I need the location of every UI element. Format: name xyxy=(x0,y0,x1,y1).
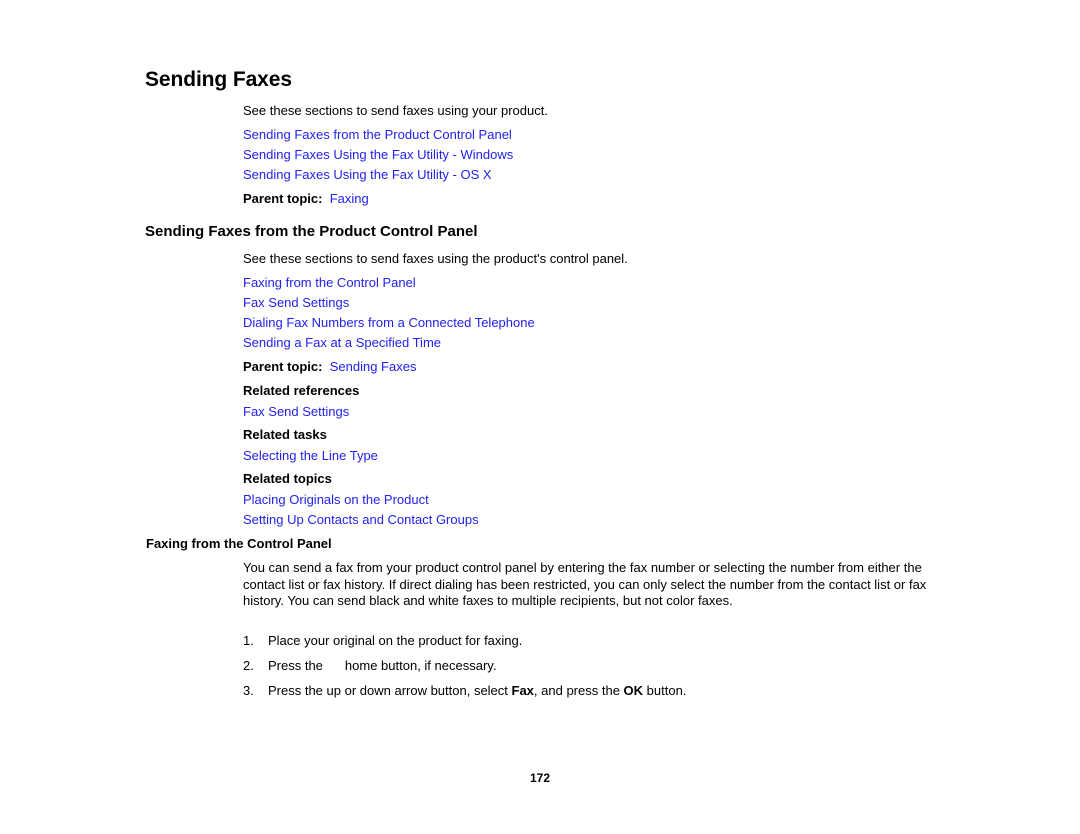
parent-topic-link-sending-faxes[interactable]: Sending Faxes xyxy=(330,359,417,374)
parent-topic-label: Parent topic: xyxy=(243,191,323,206)
link-sending-faxes-fax-utility-osx[interactable]: Sending Faxes Using the Fax Utility - OS… xyxy=(243,167,492,183)
step-3: 3. Press the up or down arrow button, sel… xyxy=(243,683,686,699)
parent-topic-link-faxing[interactable]: Faxing xyxy=(330,191,369,206)
section-3-heading: Faxing from the Control Panel xyxy=(146,536,332,551)
link-sending-fax-at-specified-time[interactable]: Sending a Fax at a Specified Time xyxy=(243,335,441,351)
step-3-text-after: button. xyxy=(643,683,687,698)
link-dialing-fax-numbers-connected-telephone[interactable]: Dialing Fax Numbers from a Connected Tel… xyxy=(243,315,535,331)
section-2-intro: See these sections to send faxes using t… xyxy=(243,251,628,266)
step-2-text-after: home button, if necessary. xyxy=(344,658,497,673)
section-1-intro: See these sections to send faxes using y… xyxy=(243,103,548,118)
page-number: 172 xyxy=(529,771,551,785)
link-faxing-from-the-control-panel[interactable]: Faxing from the Control Panel xyxy=(243,275,416,291)
related-topic-link-setting-up-contacts-and-contact-groups[interactable]: Setting Up Contacts and Contact Groups xyxy=(243,512,479,528)
related-topics-heading: Related topics xyxy=(243,471,332,486)
step-2-text-before: Press the xyxy=(268,658,323,673)
step-3-number: 3. xyxy=(243,683,254,698)
step-1-text: Place your original on the product for f… xyxy=(268,633,523,648)
step-3-text-middle: , and press the xyxy=(533,683,624,698)
related-reference-link-fax-send-settings[interactable]: Fax Send Settings xyxy=(243,404,349,420)
step-3-bold-fax: Fax xyxy=(511,683,534,698)
section-2-heading: Sending Faxes from the Product Control P… xyxy=(145,223,478,240)
link-sending-faxes-from-product-control-panel[interactable]: Sending Faxes from the Product Control P… xyxy=(243,127,512,143)
related-task-link-selecting-the-line-type[interactable]: Selecting the Line Type xyxy=(243,448,378,464)
step-1: 1. Place your original on the product for… xyxy=(243,633,522,649)
parent-topic-label: Parent topic: xyxy=(243,359,323,374)
step-3-bold-ok: OK xyxy=(623,683,644,698)
document-page: Sending Faxes See these sections to send… xyxy=(0,0,1080,834)
page-title: Sending Faxes xyxy=(145,68,292,91)
step-3-text-before: Press the up or down arrow button, selec… xyxy=(268,683,512,698)
link-fax-send-settings[interactable]: Fax Send Settings xyxy=(243,295,349,311)
step-1-number: 1. xyxy=(243,633,254,648)
section-2-parent-topic: Parent topic: Sending Faxes xyxy=(243,359,416,375)
step-2: 2. Press the home button, if necessary. xyxy=(243,658,496,674)
section-1-parent-topic: Parent topic: Faxing xyxy=(243,191,369,207)
link-sending-faxes-fax-utility-windows[interactable]: Sending Faxes Using the Fax Utility - Wi… xyxy=(243,147,513,163)
related-tasks-heading: Related tasks xyxy=(243,427,327,442)
step-2-number: 2. xyxy=(243,658,254,673)
related-references-heading: Related references xyxy=(243,383,360,398)
related-topic-link-placing-originals-on-the-product[interactable]: Placing Originals on the Product xyxy=(243,492,429,508)
section-3-paragraph: You can send a fax from your product con… xyxy=(243,560,927,608)
